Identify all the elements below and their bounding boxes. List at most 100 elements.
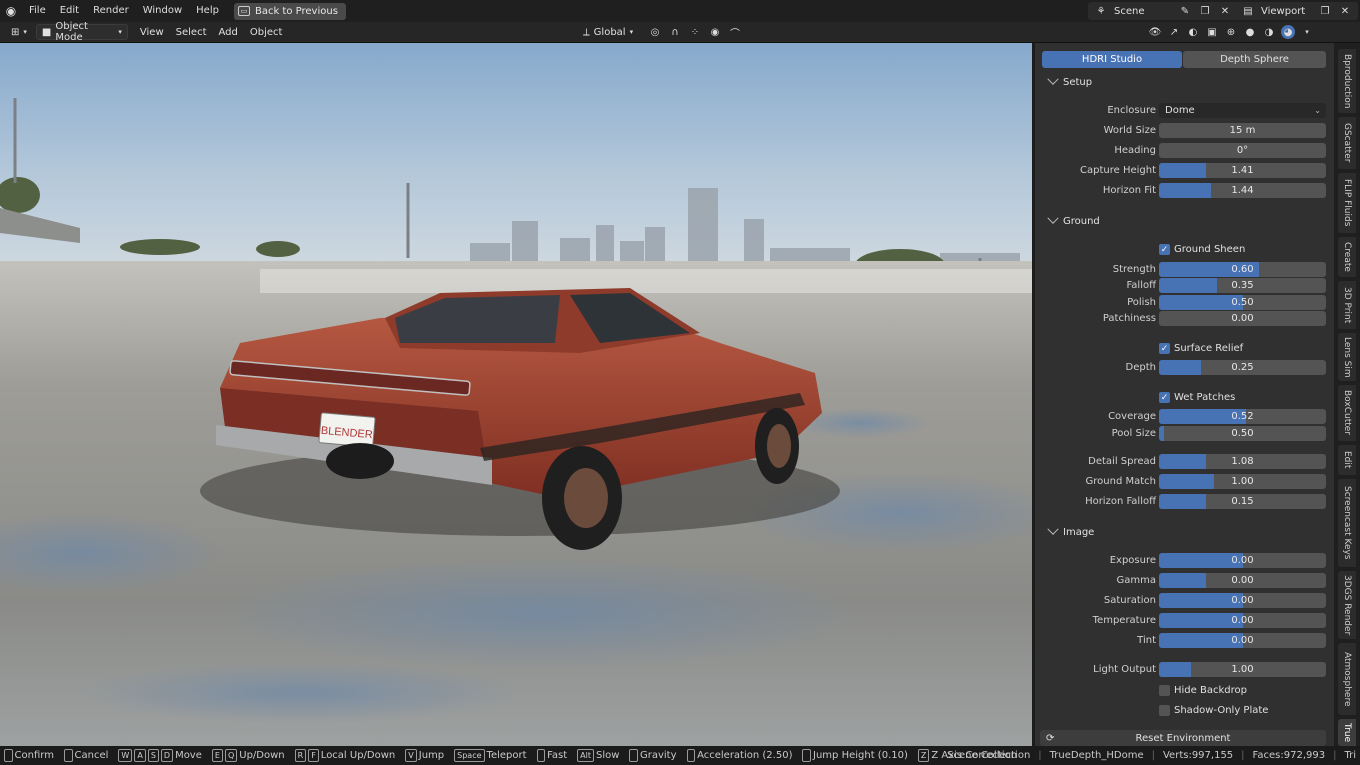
reset-environment-button[interactable]: ⟳ Reset Environment — [1040, 730, 1326, 746]
menu-add[interactable]: Add — [213, 27, 244, 38]
blender-logo-icon[interactable]: ◉ — [0, 0, 22, 22]
tint-slider[interactable]: 0.00 — [1159, 633, 1326, 648]
tab-screencast-keys[interactable]: Screencast Keys — [1338, 479, 1356, 567]
mouse-icon — [686, 749, 696, 762]
tab-3d-print[interactable]: 3D Print — [1338, 281, 1356, 329]
snap-grid-icon[interactable]: ⁘ — [688, 25, 702, 39]
pin-icon[interactable]: ✎ — [1178, 4, 1192, 18]
overlay-icon[interactable]: ◐ — [1186, 25, 1200, 39]
coverage-slider[interactable]: 0.52 — [1159, 409, 1326, 424]
tab-true[interactable]: True — [1338, 719, 1356, 746]
proportional-edit-icon[interactable]: ◉ — [708, 25, 722, 39]
menu-view[interactable]: View — [134, 27, 170, 38]
tab-depth-sphere[interactable]: Depth Sphere — [1183, 51, 1326, 68]
tab-boxcutter[interactable]: BoxCutter — [1338, 385, 1356, 441]
tint-value: 0.00 — [1231, 635, 1254, 646]
3d-viewport[interactable]: BLENDER — [0, 43, 1032, 746]
world-size-field[interactable]: 15 m — [1159, 123, 1326, 138]
ground-sheen-checkbox[interactable]: ✓ Ground Sheen — [1159, 242, 1245, 257]
tab-edit[interactable]: Edit — [1338, 445, 1356, 475]
mode-selector[interactable]: ■ Object Mode ▾ — [35, 21, 128, 43]
orientation-label: Global — [593, 26, 626, 38]
horizon-falloff-slider[interactable]: 0.15 — [1159, 494, 1326, 509]
key-badge: D — [160, 749, 174, 762]
saturation-slider[interactable]: 0.00 — [1159, 593, 1326, 608]
light-output-slider[interactable]: 1.00 — [1159, 662, 1326, 677]
editor-type-button[interactable]: ⊞ ▾ — [6, 24, 32, 40]
falloff-slider[interactable]: 0.35 — [1159, 278, 1326, 293]
depth-slider[interactable]: 0.25 — [1159, 360, 1326, 375]
section-ground[interactable]: Ground — [1047, 212, 1100, 229]
surface-relief-checkbox[interactable]: ✓ Surface Relief — [1159, 341, 1243, 356]
back-to-previous-button[interactable]: ▭ Back to Previous — [233, 2, 346, 20]
delete-scene-icon[interactable]: ✕ — [1218, 4, 1232, 18]
status-hint: R F Local Up/Down — [294, 749, 396, 762]
tab-create[interactable]: Create — [1338, 237, 1356, 277]
transform-orientation-selector[interactable]: ⟂ Global ▾ — [578, 24, 638, 40]
delete-viewlayer-icon[interactable]: ✕ — [1338, 4, 1352, 18]
menu-file[interactable]: File — [22, 0, 53, 22]
viewlayer-selector[interactable]: ▤ Viewport ❐ ✕ — [1235, 2, 1358, 20]
wet-patches-checkbox[interactable]: ✓ Wet Patches — [1159, 390, 1235, 405]
strength-slider[interactable]: 0.60 — [1159, 262, 1326, 277]
tab-hdri-studio[interactable]: HDRI Studio — [1042, 51, 1182, 68]
tab-gscatter[interactable]: GScatter — [1338, 117, 1356, 169]
rendered-shading-icon[interactable]: ◕ — [1281, 25, 1295, 39]
menu-object[interactable]: Object — [244, 27, 289, 38]
scene-selector[interactable]: ⚘ Scene ✎ ❐ ✕ — [1088, 2, 1238, 20]
chevron-down-icon — [1047, 212, 1059, 224]
pool-size-value: 0.50 — [1231, 428, 1254, 439]
status-hint: Gravity — [629, 749, 677, 762]
horizon-falloff-value: 0.15 — [1231, 496, 1254, 507]
pivot-icon[interactable]: ◎ — [648, 25, 662, 39]
status-hint-label: Local Up/Down — [320, 750, 396, 761]
viewport-scene: BLENDER — [0, 43, 1032, 746]
gizmo-icon[interactable]: ↗ — [1167, 25, 1181, 39]
ground-match-value: 1.00 — [1231, 476, 1254, 487]
menu-render[interactable]: Render — [86, 0, 136, 22]
exposure-slider[interactable]: 0.00 — [1159, 553, 1326, 568]
solid-shading-icon[interactable]: ● — [1243, 25, 1257, 39]
new-scene-icon[interactable]: ❐ — [1198, 4, 1212, 18]
status-hint-label: Gravity — [640, 750, 677, 761]
tab-lens-sim[interactable]: Lens Sim — [1338, 333, 1356, 381]
shadow-only-plate-checkbox[interactable]: Shadow-Only Plate — [1159, 703, 1268, 718]
gamma-slider[interactable]: 0.00 — [1159, 573, 1326, 588]
polish-slider[interactable]: 0.50 — [1159, 295, 1326, 310]
scene-icon: ⚘ — [1096, 5, 1106, 17]
menu-edit[interactable]: Edit — [53, 0, 86, 22]
ground-match-slider[interactable]: 1.00 — [1159, 474, 1326, 489]
chevron-down-icon[interactable]: ▾ — [1300, 25, 1314, 39]
falloff-curve-icon[interactable]: ⌒ — [728, 25, 742, 40]
heading-field[interactable]: 0° — [1159, 143, 1326, 158]
menu-select[interactable]: Select — [170, 27, 213, 38]
section-setup[interactable]: Setup — [1047, 73, 1092, 90]
status-hint-label: Teleport — [486, 750, 527, 761]
capture-height-slider[interactable]: 1.41 — [1159, 163, 1326, 178]
key-badge: Q — [224, 749, 238, 762]
visibility-icon[interactable]: 👁 — [1148, 25, 1162, 39]
horizon-fit-slider[interactable]: 1.44 — [1159, 183, 1326, 198]
tab-bproduction[interactable]: Bproduction — [1338, 49, 1356, 113]
snap-magnet-icon[interactable]: ∩ — [668, 25, 682, 39]
pool-size-slider[interactable]: 0.50 — [1159, 426, 1326, 441]
material-shading-icon[interactable]: ◑ — [1262, 25, 1276, 39]
menu-window[interactable]: Window — [136, 0, 189, 22]
scene-statistics: Scene Collection | TrueDepth_HDome | Verts… — [943, 746, 1360, 765]
screen-icon: ▭ — [237, 6, 250, 16]
temperature-slider[interactable]: 0.00 — [1159, 613, 1326, 628]
tab-3dgs-render[interactable]: 3DGS Render — [1338, 571, 1356, 639]
tab-atmosphere[interactable]: Atmosphere — [1338, 643, 1356, 715]
new-viewlayer-icon[interactable]: ❐ — [1318, 4, 1332, 18]
menu-help[interactable]: Help — [189, 0, 226, 22]
section-image[interactable]: Image — [1047, 523, 1094, 540]
wireframe-shading-icon[interactable]: ⊕ — [1224, 25, 1238, 39]
editor-type-icon: ⊞ — [11, 26, 20, 38]
xray-icon[interactable]: ▣ — [1205, 25, 1219, 39]
tab-flip-fluids[interactable]: FLIP Fluids — [1338, 173, 1356, 233]
hide-backdrop-checkbox[interactable]: Hide Backdrop — [1159, 683, 1247, 698]
patchiness-slider[interactable]: 0.00 — [1159, 311, 1326, 326]
key-badge: S — [147, 749, 159, 762]
enclosure-dropdown[interactable]: Dome ⌄ — [1159, 103, 1326, 118]
detail-spread-slider[interactable]: 1.08 — [1159, 454, 1326, 469]
